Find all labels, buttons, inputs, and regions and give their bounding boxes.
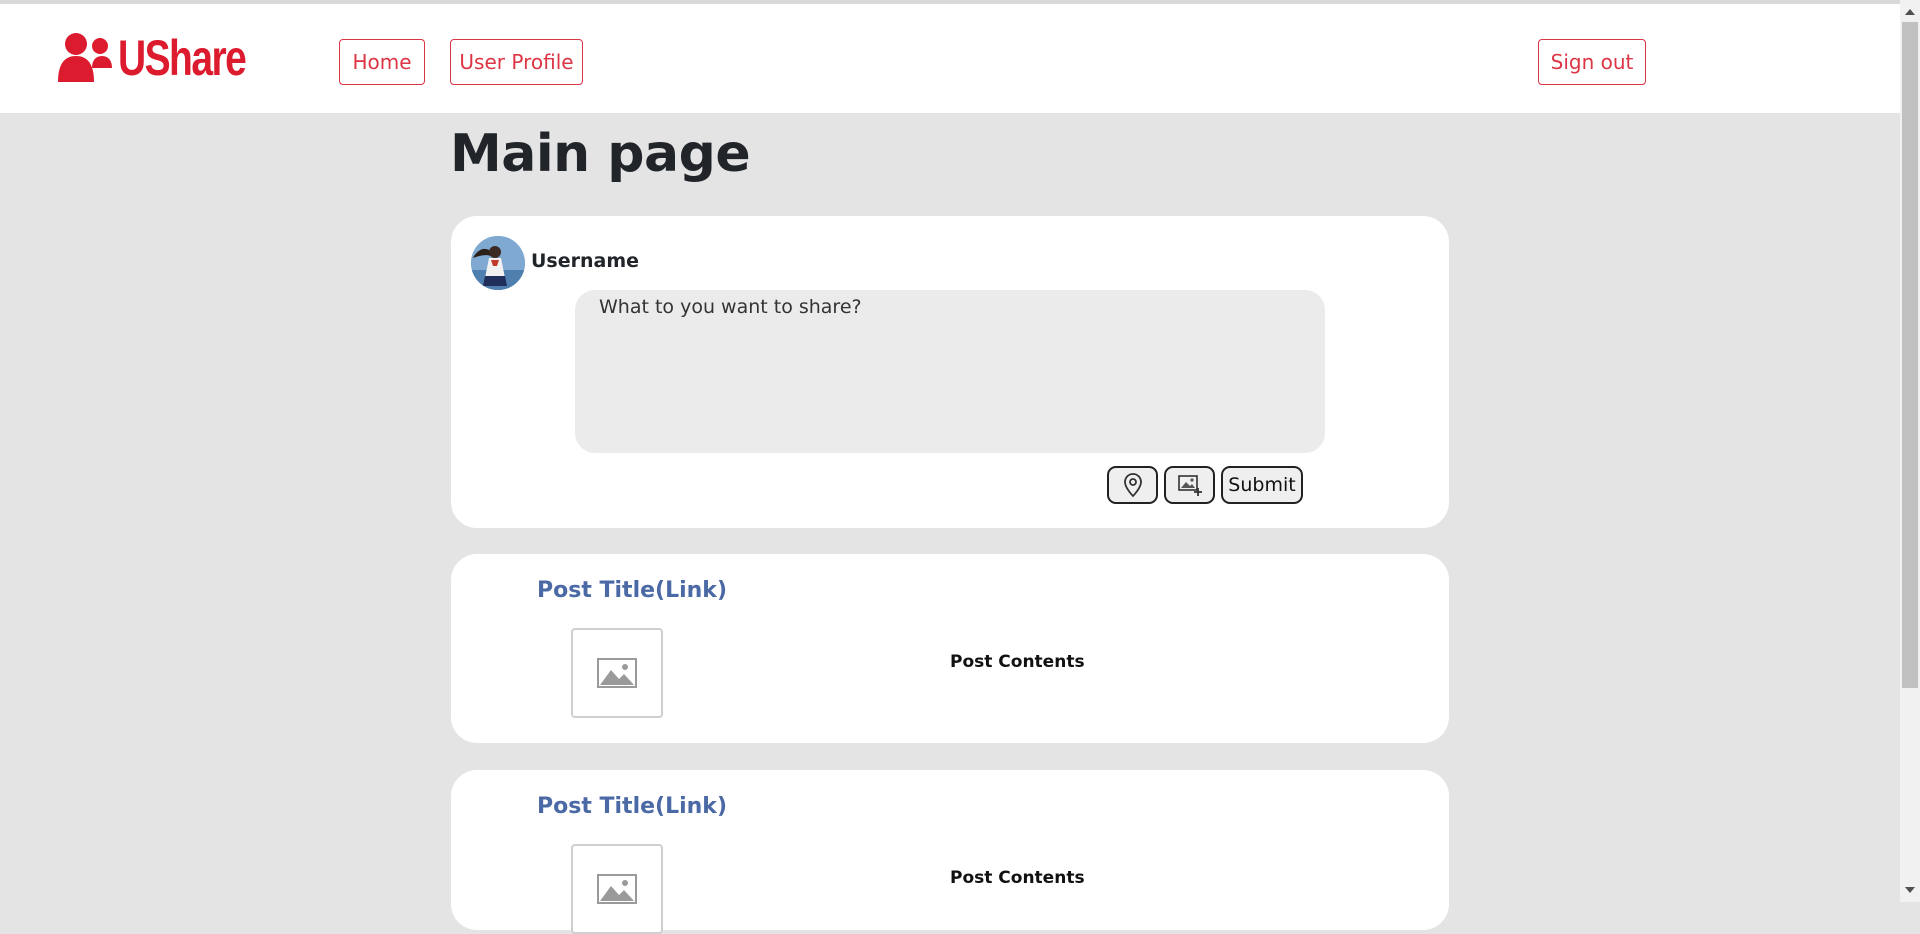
brand-name: UShare: [118, 30, 247, 86]
scrollbar-thumb[interactable]: [1902, 22, 1918, 688]
submit-button[interactable]: Submit: [1221, 466, 1303, 504]
vertical-scrollbar[interactable]: [1900, 0, 1920, 902]
user-profile-button[interactable]: User Profile: [450, 39, 583, 85]
image-placeholder-icon: [597, 874, 637, 904]
post-card: Post Title(Link) Post Contents: [451, 554, 1449, 743]
page-title: Main page: [450, 124, 751, 184]
scroll-up-icon[interactable]: [1900, 4, 1920, 20]
navbar: UShare Home User Profile Sign out: [0, 4, 1900, 113]
post-thumbnail[interactable]: [571, 844, 663, 934]
map-pin-icon: [1123, 473, 1142, 498]
home-button[interactable]: Home: [339, 39, 425, 85]
post-thumbnail[interactable]: [571, 628, 663, 718]
add-image-icon: [1177, 475, 1202, 496]
image-placeholder-icon: [597, 658, 637, 688]
users-icon: [58, 33, 112, 82]
add-image-button[interactable]: [1164, 466, 1215, 504]
post-title-link[interactable]: Post Title(Link): [537, 794, 727, 819]
brand-logo[interactable]: UShare: [56, 28, 281, 88]
post-composer: Username What to you want to share? Subm…: [451, 216, 1449, 528]
avatar-image: [471, 236, 525, 290]
username: Username: [531, 250, 640, 272]
post-title-link[interactable]: Post Title(Link): [537, 578, 727, 603]
add-location-button[interactable]: [1107, 466, 1158, 504]
avatar[interactable]: [471, 236, 525, 290]
post-card: Post Title(Link) Post Contents: [451, 770, 1449, 934]
post-contents: Post Contents: [950, 868, 1085, 888]
post-contents: Post Contents: [950, 652, 1085, 672]
scroll-down-icon[interactable]: [1900, 882, 1920, 898]
sign-out-button[interactable]: Sign out: [1538, 39, 1646, 85]
share-input[interactable]: What to you want to share?: [575, 290, 1325, 453]
